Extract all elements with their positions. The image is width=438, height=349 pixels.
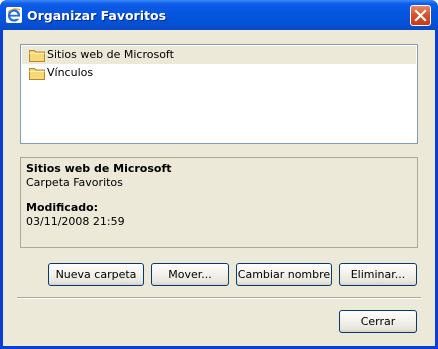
- details-type: Carpeta Favoritos: [26, 176, 123, 189]
- rename-button[interactable]: Cambiar nombre: [236, 263, 332, 286]
- list-item-vinculos[interactable]: Vínculos: [22, 64, 416, 82]
- dialog-body: Sitios web de Microsoft Vínculos Sitios …: [3, 30, 435, 346]
- close-button[interactable]: Cerrar: [339, 310, 417, 333]
- close-window-button[interactable]: [410, 5, 431, 26]
- folder-icon: [29, 66, 45, 80]
- favorites-list[interactable]: Sitios web de Microsoft Vínculos: [20, 44, 418, 144]
- move-button[interactable]: Mover...: [151, 263, 229, 286]
- new-folder-button[interactable]: Nueva carpeta: [48, 263, 144, 286]
- close-icon: [414, 9, 427, 22]
- list-item-label: Sitios web de Microsoft: [47, 48, 174, 61]
- details-panel: Sitios web de Microsoft Carpeta Favorito…: [20, 157, 418, 248]
- separator: [17, 297, 421, 299]
- details-modified-value: 03/11/2008 21:59: [26, 215, 125, 228]
- folder-icon: [29, 48, 45, 62]
- delete-button[interactable]: Eliminar...: [339, 263, 417, 286]
- details-modified-label: Modificado:: [26, 201, 99, 214]
- title-bar[interactable]: Organizar Favoritos: [0, 0, 438, 30]
- list-item-sitios-web[interactable]: Sitios web de Microsoft: [22, 46, 416, 64]
- details-name: Sitios web de Microsoft: [26, 162, 172, 175]
- internet-explorer-icon: [6, 7, 22, 23]
- list-item-label: Vínculos: [47, 66, 94, 79]
- window-title: Organizar Favoritos: [27, 8, 167, 23]
- dialog-window: Organizar Favoritos Sitios web de Micros…: [0, 0, 438, 349]
